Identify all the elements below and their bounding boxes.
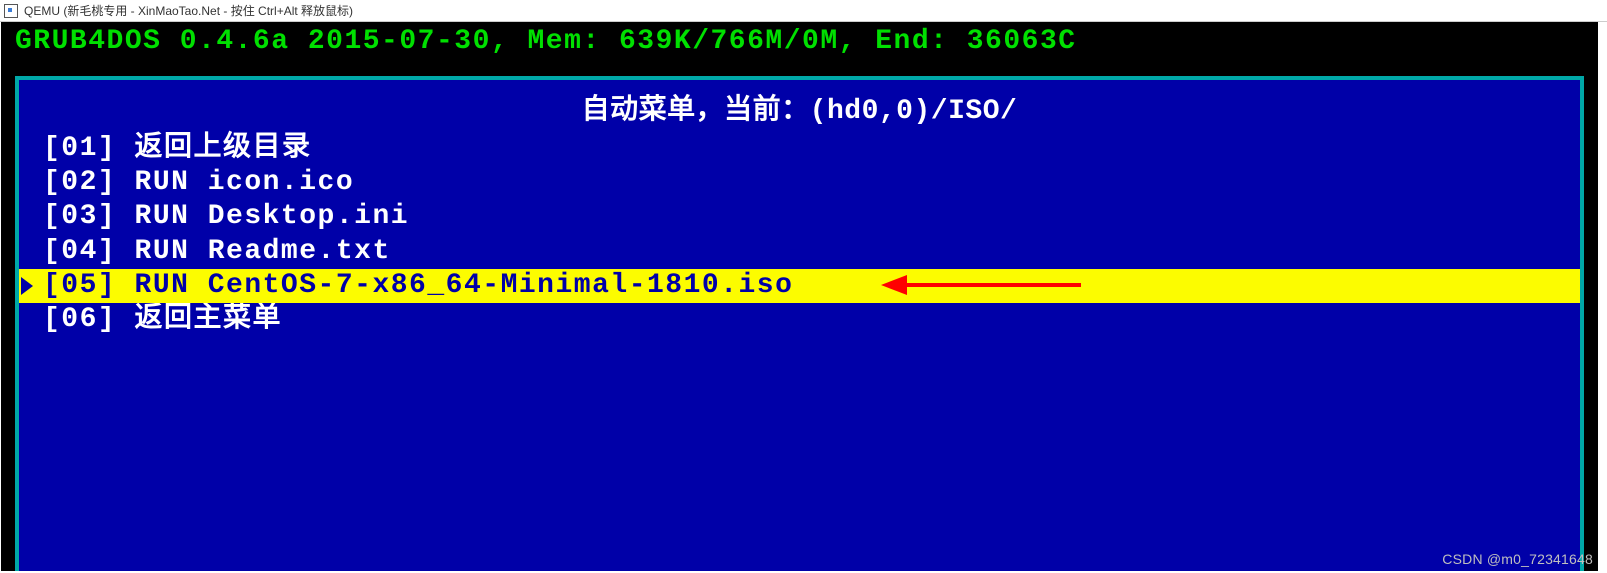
app-icon — [4, 4, 18, 18]
watermark: CSDN @m0_72341648 — [1442, 551, 1593, 567]
menu-item-03[interactable]: [03] RUN Desktop.ini — [19, 200, 1580, 234]
menu-title: 自动菜单，当前：(hd0,0)/ISO/ — [19, 98, 1580, 126]
menu-item-06[interactable]: [06] 返回主菜单 — [19, 303, 1580, 337]
grub-header: GRUB4DOS 0.4.6a 2015-07-30, Mem: 639K/76… — [1, 22, 1598, 62]
menu-box: 自动菜单，当前：(hd0,0)/ISO/ [01] 返回上级目录 [02] RU… — [15, 76, 1584, 571]
window-title: QEMU (新毛桃专用 - XinMaoTao.Net - 按住 Ctrl+Al… — [24, 2, 353, 19]
menu-item-05-selected[interactable]: [05] RUN CentOS-7-x86_64-Minimal-1810.is… — [19, 269, 1580, 303]
menu-item-02[interactable]: [02] RUN icon.ico — [19, 166, 1580, 200]
qemu-console[interactable]: GRUB4DOS 0.4.6a 2015-07-30, Mem: 639K/76… — [1, 22, 1598, 571]
window-titlebar[interactable]: QEMU (新毛桃专用 - XinMaoTao.Net - 按住 Ctrl+Al… — [0, 0, 1607, 22]
menu-item-01[interactable]: [01] 返回上级目录 — [19, 132, 1580, 166]
menu-item-04[interactable]: [04] RUN Readme.txt — [19, 235, 1580, 269]
